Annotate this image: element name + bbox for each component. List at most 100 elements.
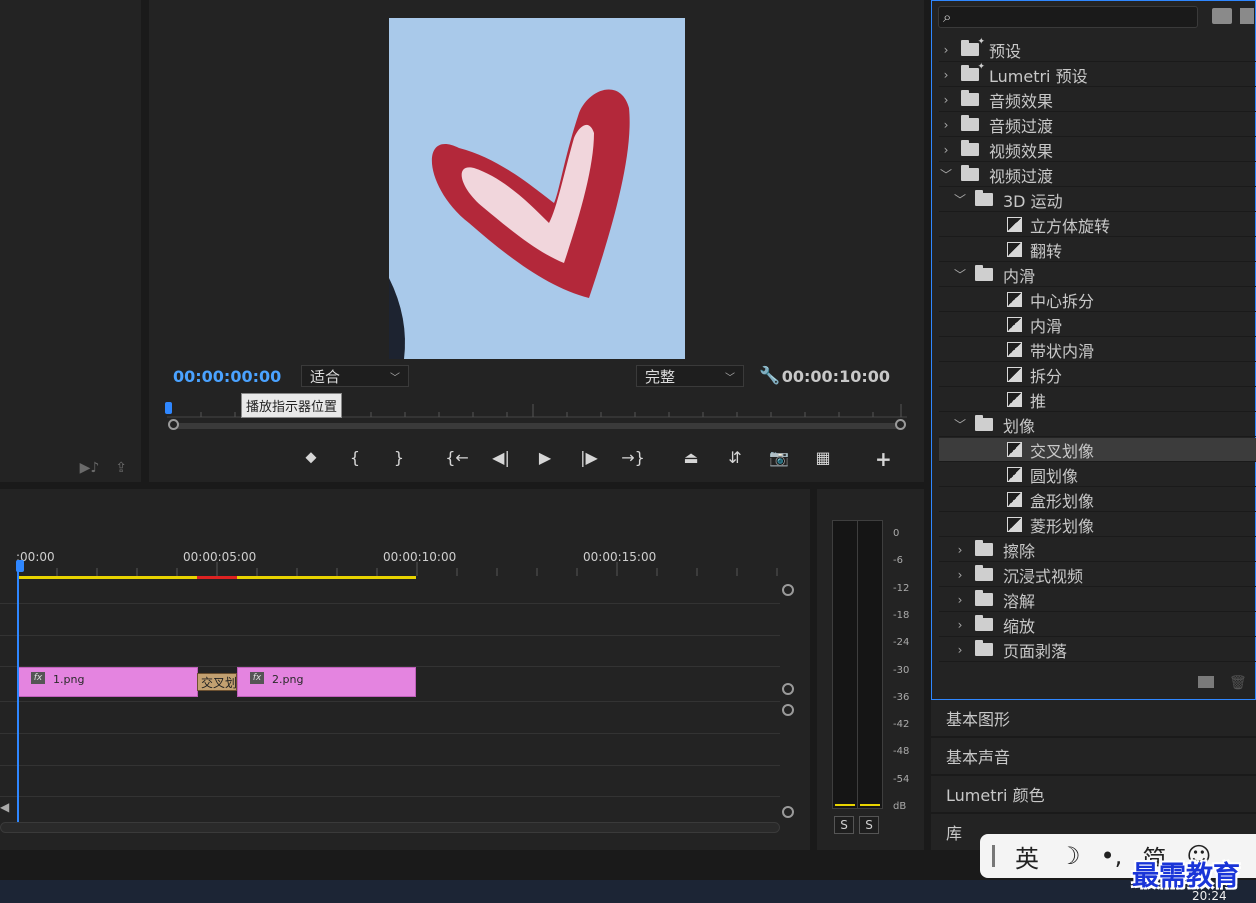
go-to-out-button[interactable]: →} [611,444,655,470]
watermark-logo: 最需教育 [1132,861,1240,892]
effect-folder[interactable]: › ✦ 预设 [939,37,1256,62]
step-back-button[interactable]: ◀| [479,444,523,470]
chevron-right-icon[interactable]: › [953,543,967,557]
timeline-horizontal-scrollbar[interactable] [0,822,780,833]
chevron-right-icon[interactable]: › [939,93,953,107]
audio-only-icon[interactable]: ▶♪ [80,460,100,476]
ime-language-toggle[interactable]: 英 [1015,839,1039,874]
v-scroll-handle-top[interactable] [782,704,794,716]
effect-item[interactable]: 带状内滑 [939,338,1256,362]
effect-label: Lumetri 预设 [989,66,1088,86]
step-forward-button[interactable]: |▶ [567,444,611,470]
chevron-right-icon[interactable]: › [939,43,953,57]
v-scroll-handle-bottom[interactable] [782,683,794,695]
comparison-view-button[interactable]: ▦ [801,444,845,470]
playback-quality-dropdown[interactable]: 完整 ﹀ [636,365,744,387]
chevron-right-icon[interactable]: › [939,118,953,132]
mark-in-button[interactable]: { [333,444,377,470]
effect-item[interactable]: 拆分 [939,363,1256,387]
chevron-down-icon[interactable]: ﹀ [939,166,953,183]
clip-2[interactable]: fx 2.png [237,667,416,697]
effect-item[interactable]: 中心拆分 [939,288,1256,312]
effect-folder[interactable]: › 擦除 [939,538,1256,562]
effect-folder[interactable]: › 溶解 [939,588,1256,612]
chevron-right-icon[interactable]: › [953,568,967,582]
effect-item[interactable]: 盒形划像 [939,488,1256,512]
chevron-down-icon[interactable]: ﹀ [953,416,967,433]
effect-item[interactable]: 内滑 [939,313,1256,337]
timeline-transition[interactable]: 交叉划像 [197,673,237,691]
ime-punctuation-icon[interactable]: •, [1101,842,1123,870]
folder-icon [975,590,993,606]
tab-lumetri-color[interactable]: Lumetri 颜色 [931,776,1256,812]
export-icon[interactable]: ⇪ [115,460,127,476]
effect-folder[interactable]: › 音频效果 [939,88,1256,112]
current-timecode[interactable]: 00:00:00:00 [173,367,281,386]
effect-folder[interactable]: › 缩放 [939,613,1256,637]
ime-drag-handle[interactable] [992,845,995,867]
effect-folder[interactable]: › 沉浸式视频 [939,563,1256,587]
chevron-down-icon[interactable]: ﹀ [953,266,967,283]
v-scroll-handle-bottom[interactable] [782,806,794,818]
solo-right-button[interactable]: S [859,816,879,834]
effect-item[interactable]: 交叉划像 [939,438,1256,462]
effects-search-input[interactable] [938,6,1198,28]
settings-wrench-icon[interactable]: 🔧 [759,366,780,386]
program-monitor-panel: 00:00:00:00 适合 ﹀ 完整 ﹀ 🔧 00:00:10:00 播放指示… [149,0,924,482]
mark-out-button[interactable]: } [377,444,421,470]
playhead-handle[interactable] [16,560,24,572]
export-frame-button[interactable]: 📷 [757,444,801,470]
extract-button[interactable]: ⇵ [713,444,757,470]
filter-icon[interactable] [1240,8,1254,24]
clip-1[interactable]: fx 1.png [18,667,198,697]
solo-left-button[interactable]: S [834,816,854,834]
chevron-right-icon[interactable]: › [953,643,967,657]
zoom-fit-dropdown[interactable]: 适合 ﹀ [301,365,409,387]
chevron-down-icon[interactable]: ﹀ [953,191,967,208]
zoom-handle-left[interactable] [168,419,179,430]
effect-item[interactable]: 推 [939,388,1256,412]
trash-icon[interactable]: 🗑 [1229,675,1247,691]
effect-folder[interactable]: › 视频效果 [939,138,1256,162]
ime-moon-icon[interactable]: ☽ [1059,842,1081,870]
effect-folder[interactable]: › ✦ Lumetri 预设 [939,62,1256,87]
chevron-right-icon[interactable]: › [953,593,967,607]
v-scroll-handle-top[interactable] [782,584,794,596]
go-to-in-button[interactable]: {← [435,444,479,470]
button-editor-add-button[interactable]: + [875,447,892,471]
playhead-line[interactable] [17,560,19,822]
effect-folder[interactable]: ﹀ 内滑 [939,263,1256,287]
effect-folder[interactable]: › 音频过渡 [939,113,1256,137]
effect-label: 中心拆分 [1030,291,1095,311]
effect-item[interactable]: 翻转 [939,238,1256,262]
zoom-scroll-bar[interactable] [169,423,903,429]
tab-essential-graphics[interactable]: 基本图形 [931,700,1256,736]
chevron-right-icon[interactable]: › [939,143,953,157]
effect-folder[interactable]: ﹀ 划像 [939,413,1256,437]
effect-label: 划像 [1003,416,1036,436]
chevron-right-icon[interactable]: › [939,68,953,82]
timeline-ruler[interactable] [0,560,800,576]
zoom-handle-right[interactable] [895,419,906,430]
chevron-right-icon[interactable]: › [953,618,967,632]
play-button[interactable]: ▶ [523,444,567,470]
folder-icon [961,140,979,156]
video-preview [389,18,685,359]
effect-item[interactable]: 菱形划像 [939,513,1256,537]
effect-item[interactable]: 圆划像 [939,463,1256,487]
add-marker-button[interactable]: ⬥ [289,444,333,470]
track-collapse-icon[interactable]: ◀ [0,800,9,814]
effect-label: 音频效果 [989,91,1054,111]
effect-folder[interactable]: › 页面剥落 [939,638,1256,662]
effect-label: 视频过渡 [989,166,1054,186]
new-folder-icon[interactable] [1198,676,1214,688]
effect-item[interactable]: 立方体旋转 [939,213,1256,237]
playhead-indicator[interactable] [165,402,172,414]
meter-channel-left [832,520,858,809]
lift-button[interactable]: ⏏ [669,444,713,470]
effect-folder[interactable]: ﹀ 3D 运动 [939,188,1256,212]
clip-name: 1.png [53,673,85,686]
new-bin-accelerated-icon[interactable] [1212,8,1232,24]
tab-essential-sound[interactable]: 基本声音 [931,738,1256,774]
effect-folder[interactable]: ﹀ 视频过渡 [939,163,1256,187]
